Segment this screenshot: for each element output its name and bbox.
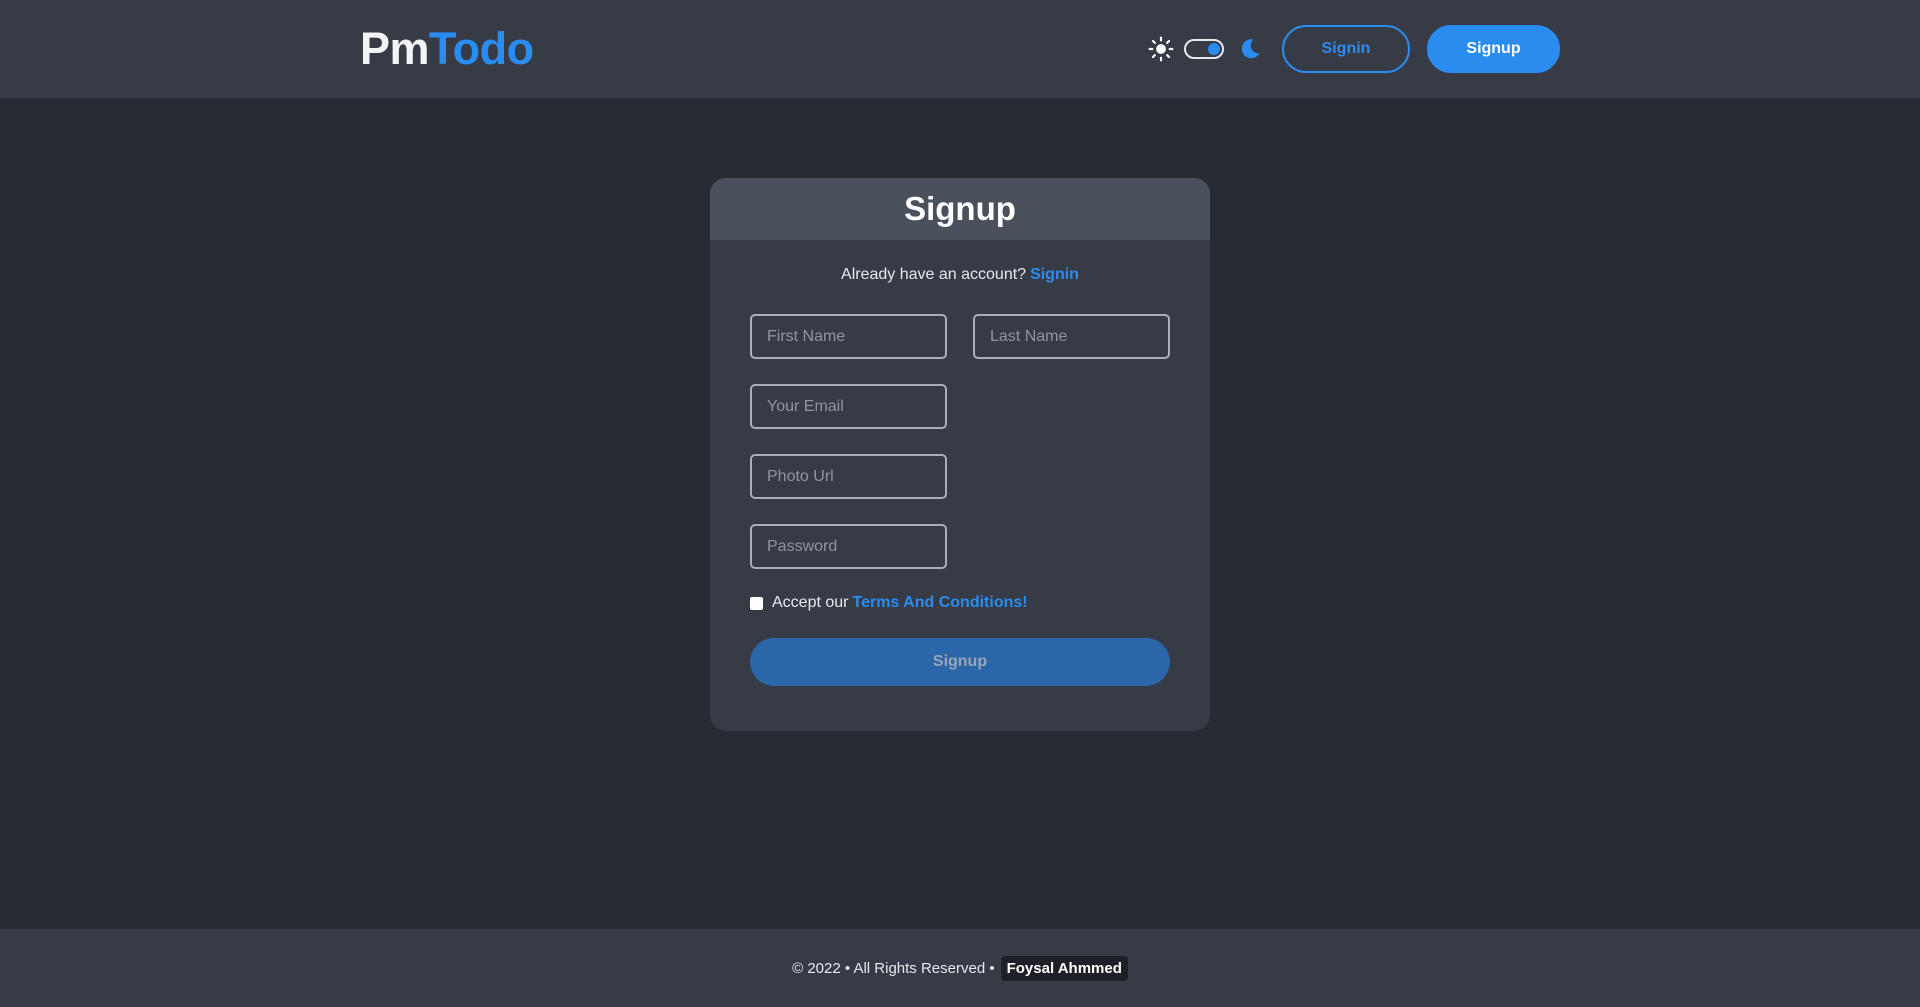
moon-icon	[1241, 39, 1260, 59]
password-row	[750, 524, 1170, 569]
nav-signup-button[interactable]: Signup	[1427, 25, 1560, 73]
email-row	[750, 384, 1170, 429]
terms-checkbox[interactable]	[750, 596, 763, 610]
first-name-input[interactable]	[750, 314, 947, 359]
last-name-input[interactable]	[973, 314, 1170, 359]
name-row	[750, 314, 1170, 359]
signup-card: Signup Already have an account?Signin Ac…	[710, 178, 1210, 731]
logo-pm: Pm	[360, 23, 430, 74]
signup-form: Accept ourTerms And Conditions! Signup	[750, 314, 1170, 686]
signin-link[interactable]: Signin	[1030, 266, 1079, 283]
brand-logo[interactable]: PmTodo	[360, 22, 534, 76]
terms-link[interactable]: Terms And Conditions!	[852, 594, 1027, 612]
terms-row: Accept our Terms And Conditions!	[750, 594, 1170, 612]
page-title: Signup	[904, 190, 1016, 227]
navbar: PmTodo Signin Signup	[0, 0, 1920, 98]
theme-toggle[interactable]	[1184, 39, 1224, 59]
footer: © 2022 • All Rights Reserved • Foysal Ah…	[0, 929, 1920, 1007]
photo-row	[750, 454, 1170, 499]
copyright-text: © 2022 • All Rights Reserved •	[792, 959, 995, 977]
signup-submit-button[interactable]: Signup	[750, 638, 1170, 686]
terms-prefix: Accept our	[772, 594, 849, 611]
password-input[interactable]	[750, 524, 947, 569]
account-prompt-line: Already have an account? Signin	[710, 266, 1210, 284]
theme-switch	[1148, 36, 1262, 62]
toggle-knob	[1208, 43, 1220, 55]
email-input[interactable]	[750, 384, 947, 429]
photo-url-input[interactable]	[750, 454, 947, 499]
account-prompt: Already have an account?	[841, 266, 1027, 283]
author-badge: Foysal Ahmmed	[1000, 955, 1128, 981]
nav-signin-button[interactable]: Signin	[1282, 25, 1410, 73]
card-header: Signup	[710, 178, 1210, 240]
logo-todo: Todo	[429, 23, 534, 74]
sun-icon	[1148, 36, 1174, 62]
